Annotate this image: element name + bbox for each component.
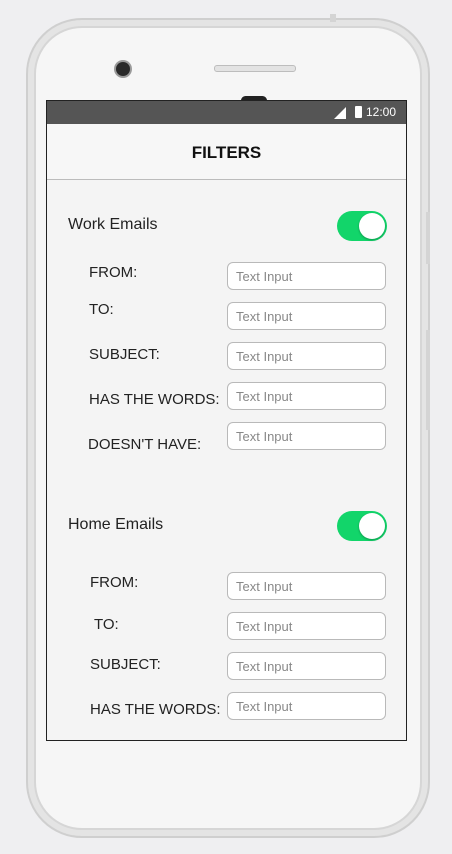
field-label-to: TO: xyxy=(89,301,114,318)
screen: 12:00 FILTERS Work Emails FROM: TO: SUBJ… xyxy=(46,100,407,741)
section-label-work-emails: Work Emails xyxy=(68,216,158,233)
status-time: 12:00 xyxy=(365,105,396,119)
power-button xyxy=(426,212,430,264)
status-bar: 12:00 xyxy=(47,101,406,124)
field-label-subject: SUBJECT: xyxy=(89,346,160,363)
toggle-home-emails[interactable] xyxy=(337,511,387,541)
work-to-input[interactable] xyxy=(227,302,386,330)
work-has-words-input[interactable] xyxy=(227,382,386,410)
home-subject-input[interactable] xyxy=(227,652,386,680)
field-label-from: FROM: xyxy=(89,264,138,281)
volume-button xyxy=(426,330,430,430)
signal-icon xyxy=(334,107,346,119)
field-label-to: TO: xyxy=(94,616,119,633)
home-from-input[interactable] xyxy=(227,572,386,600)
home-has-words-input[interactable] xyxy=(227,692,386,720)
page-title: FILTERS xyxy=(191,143,262,162)
work-subject-input[interactable] xyxy=(227,342,386,370)
app-bar: FILTERS xyxy=(47,124,406,180)
toggle-work-emails[interactable] xyxy=(337,211,387,241)
section-label-home-emails: Home Emails xyxy=(68,516,164,533)
field-label-has-the-words: HAS THE WORDS: xyxy=(90,701,221,718)
work-doesnt-have-input[interactable] xyxy=(227,422,386,450)
field-label-from: FROM: xyxy=(90,574,139,591)
field-label-doesnt-have: DOESN'T HAVE: xyxy=(88,436,202,453)
work-from-input[interactable] xyxy=(227,262,386,290)
battery-icon xyxy=(355,106,362,118)
home-to-input[interactable] xyxy=(227,612,386,640)
field-label-subject: SUBJECT: xyxy=(90,656,161,673)
front-camera xyxy=(116,62,130,76)
earpiece-speaker xyxy=(214,65,296,72)
toggle-knob xyxy=(359,213,385,239)
top-button xyxy=(330,14,336,22)
field-label-has-the-words: HAS THE WORDS: xyxy=(89,391,220,408)
toggle-knob xyxy=(359,513,385,539)
